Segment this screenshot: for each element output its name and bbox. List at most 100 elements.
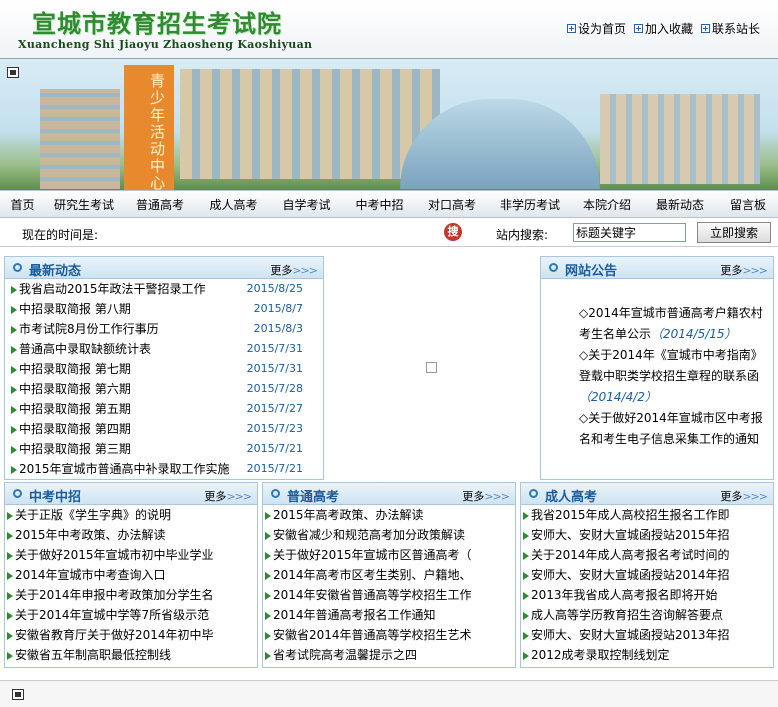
more-link[interactable]: 更多>>> xyxy=(720,488,768,504)
news-title[interactable]: 安徽省五年制高职最低控制线 xyxy=(15,648,171,662)
add-favorite-link[interactable]: 加入收藏 xyxy=(633,20,693,37)
list-item[interactable]: 普通高中录取缺额统计表 2015/7/31 xyxy=(11,339,317,359)
more-link[interactable]: 更多>>> xyxy=(204,488,252,504)
nav-non-degree-exam[interactable]: 非学历考试 xyxy=(488,196,572,213)
news-title[interactable]: 安师大、安财大宣城函授站2013年招 xyxy=(531,628,730,642)
news-title[interactable]: 中招录取简报 第四期 xyxy=(19,422,131,436)
news-title[interactable]: 关于2014年成人高考报名考试时间的 xyxy=(531,548,730,562)
news-title[interactable]: 2014年高考市区考生类别、户籍地、 xyxy=(273,568,472,582)
list-item[interactable]: 关于正版《学生字典》的说明 xyxy=(7,505,251,525)
news-title[interactable]: 安师大、安财大宣城函授站2015年招 xyxy=(531,528,730,542)
list-item[interactable]: 安徽省教育厅关于做好2014年初中毕 xyxy=(7,625,251,645)
list-item[interactable]: 关于2014年宣城中学等7所省级示范 xyxy=(7,605,251,625)
announcement-title[interactable]: ◇关于2014年《宣城市中考指南》登载中职类学校招生章程的联系函 xyxy=(579,348,763,383)
list-item[interactable]: 中招录取简报 第三期 2015/7/21 xyxy=(11,439,317,459)
list-item[interactable]: 关于做好2015年宣城市初中毕业学业 xyxy=(7,545,251,565)
news-title[interactable]: 中招录取简报 第三期 xyxy=(19,442,131,456)
list-item[interactable]: 安徽省减少和规范高考加分政策解读 xyxy=(265,525,509,545)
more-link[interactable]: 更多>>> xyxy=(462,488,510,504)
list-item[interactable]: 我省2015年成人高校招生报名工作即 xyxy=(523,505,767,525)
list-item[interactable]: 2014年安徽省普通高等学校招生工作 xyxy=(265,585,509,605)
list-item[interactable]: 市考试院8月份工作行事历 2015/8/3 xyxy=(11,319,317,339)
more-link[interactable]: 更多>>> xyxy=(270,262,318,278)
list-item[interactable]: 关于做好2015年宣城市区普通高考（ xyxy=(265,545,509,565)
list-item[interactable]: 我省启动2015年政法干警招录工作 2015/8/25 xyxy=(11,279,317,299)
list-item[interactable]: 中招录取简报 第七期 2015/7/31 xyxy=(11,359,317,379)
list-item[interactable]: 安徽省五年制高职最低控制线 xyxy=(7,645,251,665)
more-link[interactable]: 更多>>> xyxy=(720,262,768,278)
news-date: 2015/8/25 xyxy=(246,282,303,295)
news-title[interactable]: 关于2014年宣城中学等7所省级示范 xyxy=(15,608,209,622)
nav-latest-news[interactable]: 最新动态 xyxy=(642,196,718,213)
news-title[interactable]: 关于做好2015年宣城市区普通高考（ xyxy=(273,548,472,562)
news-title[interactable]: 2012成考录取控制线划定 xyxy=(531,648,670,662)
list-item[interactable]: 2014年普通高考报名工作通知 xyxy=(265,605,509,625)
announcement-item[interactable]: ◇2014年宣城市普通高考户籍农村考生名单公示（2014/5/15） xyxy=(579,303,763,345)
list-item[interactable]: 2013年我省成人高考报名即将开始 xyxy=(523,585,767,605)
list-item[interactable]: 中招录取简报 第五期 2015/7/27 xyxy=(11,399,317,419)
list-item[interactable]: 2015年中考政策、办法解读 xyxy=(7,525,251,545)
list-item[interactable]: 中招录取简报 第四期 2015/7/23 xyxy=(11,419,317,439)
nav-adult-exam[interactable]: 成人高考 xyxy=(197,196,270,213)
list-item[interactable]: 2015年高考政策、办法解读 xyxy=(265,505,509,525)
list-item[interactable]: 成人高等学历教育招生咨询解答要点 xyxy=(523,605,767,625)
chengren-header: 成人高考 更多>>> xyxy=(521,483,773,505)
news-title[interactable]: 安徽省教育厅关于做好2014年初中毕 xyxy=(15,628,214,642)
news-title[interactable]: 2015年高考政策、办法解读 xyxy=(273,508,424,522)
set-homepage-link[interactable]: 设为首页 xyxy=(566,20,626,37)
list-item[interactable]: 中招录取简报 第八期 2015/8/7 xyxy=(11,299,317,319)
list-item[interactable]: 2015年宣城市普通高中补录取工作实施 2015/7/21 xyxy=(11,459,317,479)
news-title[interactable]: 省考试院高考温馨提示之四 xyxy=(273,648,417,662)
list-item[interactable]: 2012成考录取控制线划定 xyxy=(523,645,767,665)
list-item[interactable]: 安师大、安财大宣城函授站2014年招 xyxy=(523,565,767,585)
news-title[interactable]: 安徽省2014年普通高等学校招生艺术 xyxy=(273,628,472,642)
news-title[interactable]: 普通高中录取缺额统计表 xyxy=(19,342,151,356)
news-title[interactable]: 2014年安徽省普通高等学校招生工作 xyxy=(273,588,472,602)
news-title[interactable]: 2014年宣城市中考查询入口 xyxy=(15,568,166,582)
list-item[interactable]: 2014年高考市区考生类别、户籍地、 xyxy=(265,565,509,585)
list-item[interactable]: 关于2014年申报中考政策加分学生名 xyxy=(7,585,251,605)
nav-graduate-exam[interactable]: 研究生考试 xyxy=(45,196,123,213)
green-arrow-icon xyxy=(11,445,17,454)
list-item[interactable]: 安徽省2014年普通高等学校招生艺术 xyxy=(265,625,509,645)
list-item[interactable]: 2014年宣城市中考查询入口 xyxy=(7,565,251,585)
nav-guestbook[interactable]: 留言板 xyxy=(718,196,778,213)
nav-self-study-exam[interactable]: 自学考试 xyxy=(270,196,343,213)
news-date: 2015/7/31 xyxy=(246,342,303,355)
list-item[interactable]: 省考试院高考温馨提示之四 xyxy=(265,645,509,665)
news-title[interactable]: 2015年宣城市普通高中补录取工作实施 xyxy=(19,462,230,476)
contact-admin-link[interactable]: 联系站长 xyxy=(700,20,760,37)
green-arrow-icon xyxy=(7,651,13,660)
news-title[interactable]: 关于正版《学生字典》的说明 xyxy=(15,508,171,522)
search-button[interactable]: 立即搜索 xyxy=(697,222,771,243)
nav-vocational-exam[interactable]: 对口高考 xyxy=(416,196,488,213)
news-title[interactable]: 2014年普通高考报名工作通知 xyxy=(273,608,436,622)
list-item[interactable]: 中招录取简报 第六期 2015/7/28 xyxy=(11,379,317,399)
news-title[interactable]: 安徽省减少和规范高考加分政策解读 xyxy=(273,528,465,542)
green-arrow-icon xyxy=(265,591,271,600)
news-title[interactable]: 关于2014年申报中考政策加分学生名 xyxy=(15,588,214,602)
announcement-item[interactable]: ◇关于2014年《宣城市中考指南》登载中职类学校招生章程的联系函 （2014/4/… xyxy=(579,345,763,408)
news-title[interactable]: 2015年中考政策、办法解读 xyxy=(15,528,166,542)
announcement-title[interactable]: ◇关于做好2014年宣城市区中考报名和考生电子信息采集工作的通知 xyxy=(579,411,763,446)
news-title[interactable]: 安师大、安财大宣城函授站2014年招 xyxy=(531,568,730,582)
nav-middle-school-exam[interactable]: 中考中招 xyxy=(343,196,416,213)
news-title[interactable]: 市考试院8月份工作行事历 xyxy=(19,322,159,336)
news-title[interactable]: 成人高等学历教育招生咨询解答要点 xyxy=(531,608,723,622)
list-item[interactable]: 关于2014年成人高考报名考试时间的 xyxy=(523,545,767,565)
announcement-item[interactable]: ◇关于做好2014年宣城市区中考报名和考生电子信息采集工作的通知（2014/3/… xyxy=(579,408,763,452)
search-input[interactable] xyxy=(573,223,686,242)
news-title[interactable]: 中招录取简报 第六期 xyxy=(19,382,131,396)
list-item[interactable]: 安师大、安财大宣城函授站2015年招 xyxy=(523,525,767,545)
list-item[interactable]: 安师大、安财大宣城函授站2013年招 xyxy=(523,625,767,645)
news-title[interactable]: 关于做好2015年宣城市初中毕业学业 xyxy=(15,548,214,562)
nav-college-exam[interactable]: 普通高考 xyxy=(123,196,197,213)
news-title[interactable]: 中招录取简报 第八期 xyxy=(19,302,131,316)
news-title[interactable]: 中招录取简报 第七期 xyxy=(19,362,131,376)
news-title[interactable]: 中招录取简报 第五期 xyxy=(19,402,131,416)
nav-home[interactable]: 首页 xyxy=(0,196,45,213)
news-title[interactable]: 我省2015年成人高校招生报名工作即 xyxy=(531,508,730,522)
nav-about[interactable]: 本院介绍 xyxy=(572,196,642,213)
news-title[interactable]: 我省启动2015年政法干警招录工作 xyxy=(19,282,206,296)
news-title[interactable]: 2013年我省成人高考报名即将开始 xyxy=(531,588,718,602)
